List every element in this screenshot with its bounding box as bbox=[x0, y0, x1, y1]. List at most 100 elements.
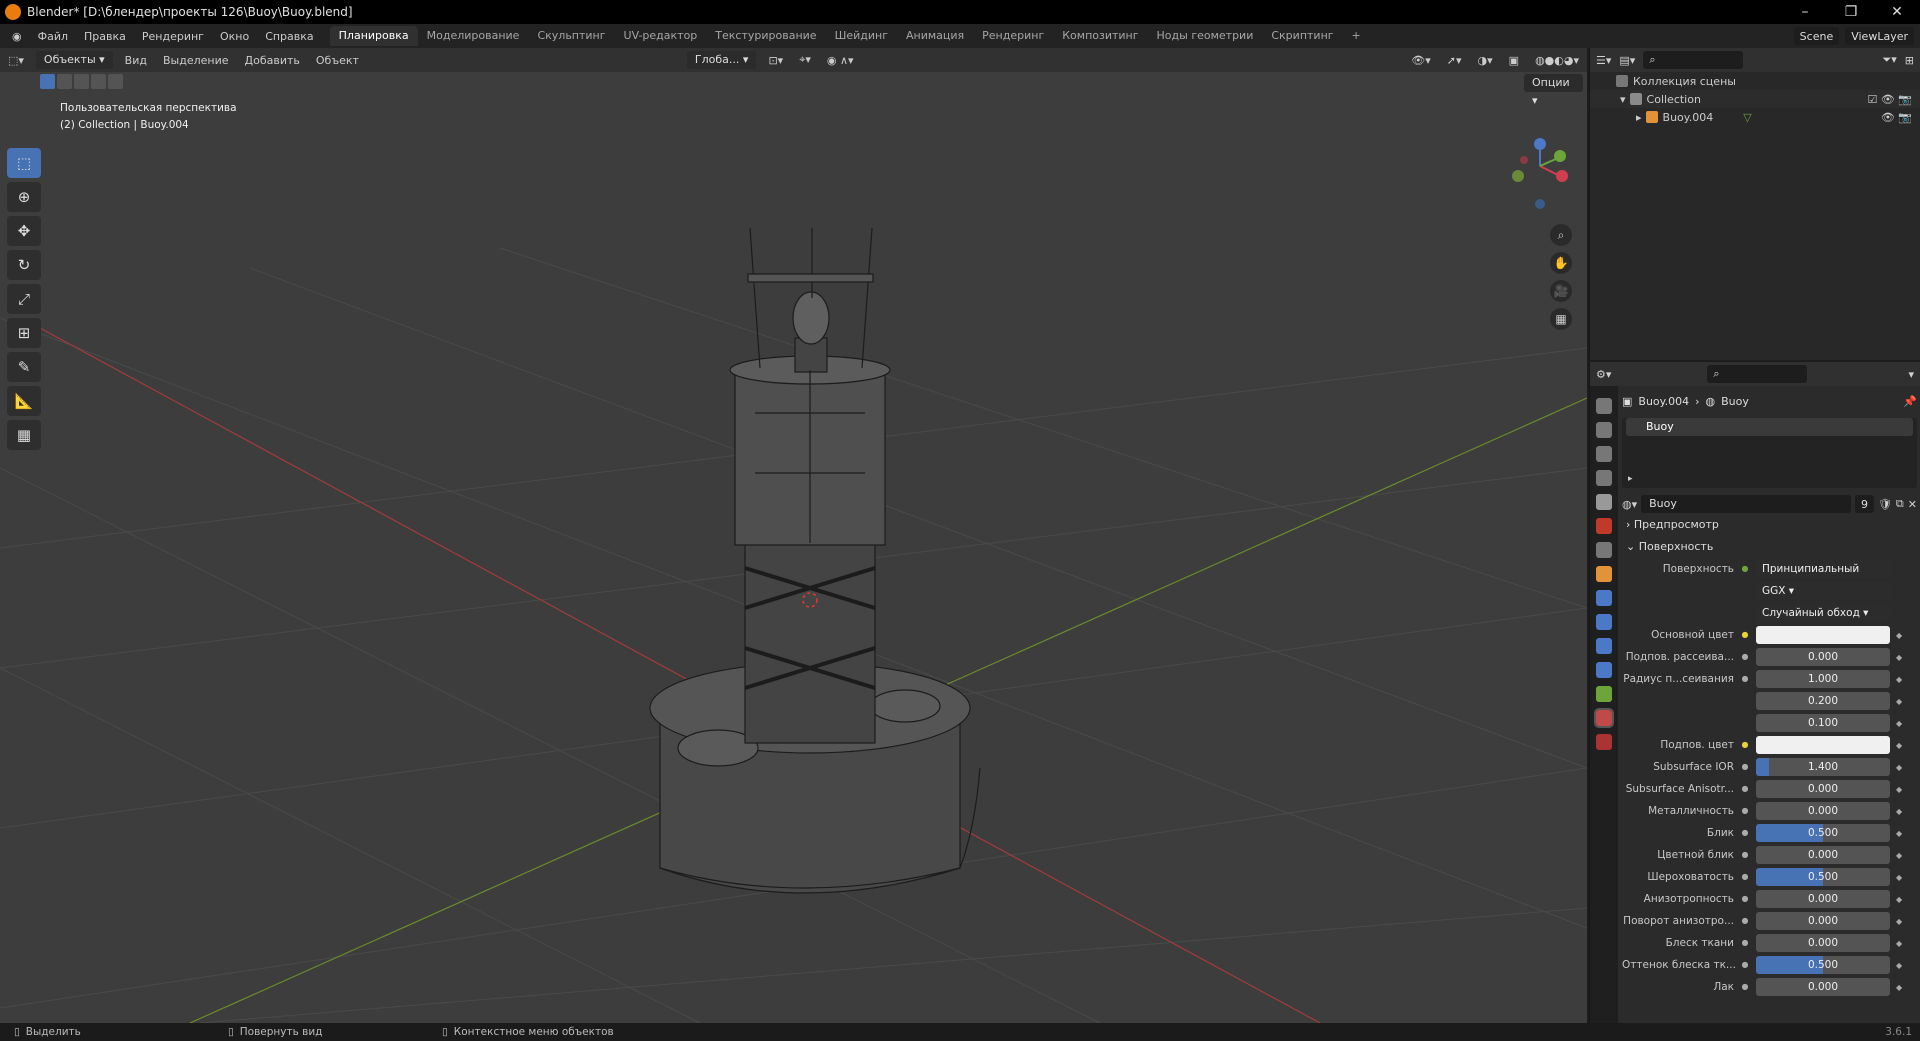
socket-icon[interactable]: ● bbox=[1740, 630, 1750, 640]
outliner-search-input[interactable]: ⌕ bbox=[1643, 51, 1744, 69]
socket-icon[interactable]: ● bbox=[1740, 828, 1750, 838]
scale-tool-icon[interactable]: ⤢ bbox=[7, 284, 41, 314]
menu-item[interactable]: Справка bbox=[257, 30, 321, 43]
surface-section[interactable]: ⌄ Поверхность bbox=[1622, 536, 1917, 558]
mesh-data-icon[interactable]: ▽ bbox=[1743, 111, 1751, 124]
surface-shader-dropdown[interactable]: Принципиальный BSDF bbox=[1756, 560, 1890, 578]
socket-icon[interactable]: ● bbox=[1740, 916, 1750, 926]
select-extend-icon[interactable] bbox=[57, 74, 72, 89]
keyframe-icon[interactable]: ◆ bbox=[1896, 851, 1902, 860]
menu-item[interactable]: Окно bbox=[212, 30, 257, 43]
socket-icon[interactable]: ● bbox=[1740, 674, 1750, 684]
object-visibility-icons[interactable]: 👁 📷 bbox=[1881, 111, 1912, 124]
slot-expand-icon[interactable]: ▸ bbox=[1628, 474, 1633, 484]
ortho-grid-icon[interactable]: ▦ bbox=[1550, 308, 1572, 330]
select-new-icon[interactable] bbox=[40, 74, 55, 89]
pin-icon[interactable]: 📌 bbox=[1903, 395, 1917, 408]
move-tool-icon[interactable]: ✥ bbox=[7, 216, 41, 246]
output-tab-icon[interactable] bbox=[1596, 446, 1612, 462]
workspace-tab[interactable]: Планировка bbox=[329, 26, 418, 46]
transform-tool-icon[interactable]: ⊞ bbox=[7, 318, 41, 348]
viewport-menu-item[interactable]: Объект bbox=[308, 54, 367, 67]
workspace-tab[interactable]: Ноды геометрии bbox=[1148, 26, 1263, 46]
socket-icon[interactable]: ● bbox=[1740, 784, 1750, 794]
socket-icon[interactable]: ● bbox=[1740, 872, 1750, 882]
measure-tool-icon[interactable]: 📐 bbox=[7, 386, 41, 416]
unlink-material-icon[interactable]: ✕ bbox=[1908, 498, 1917, 511]
object-tab-icon[interactable] bbox=[1596, 566, 1612, 582]
expand-chevron-icon[interactable]: ▾ bbox=[1620, 93, 1626, 106]
maximize-icon[interactable]: ❐ bbox=[1828, 4, 1874, 20]
physics-tab-icon[interactable] bbox=[1596, 638, 1612, 654]
viewlayer-selector[interactable]: ViewLayer bbox=[1845, 27, 1914, 45]
workspace-tab[interactable]: Анимация bbox=[897, 26, 973, 46]
workspace-tab[interactable]: Текстурирование bbox=[706, 26, 825, 46]
socket-icon[interactable]: ● bbox=[1740, 938, 1750, 948]
gizmo-toggle-icon[interactable]: ➚▾ bbox=[1439, 54, 1470, 67]
fake-user-icon[interactable]: 🛡 bbox=[1878, 498, 1892, 511]
keyframe-icon[interactable]: ◆ bbox=[1896, 917, 1902, 926]
property-value-field[interactable]: 1.400 bbox=[1756, 758, 1890, 776]
distribution-dropdown[interactable]: GGX ▾ bbox=[1756, 582, 1890, 600]
scene-selector[interactable]: Scene bbox=[1793, 27, 1840, 45]
socket-icon[interactable]: ● bbox=[1740, 652, 1750, 662]
keyframe-icon[interactable]: ◆ bbox=[1896, 939, 1902, 948]
keyframe-icon[interactable]: ◆ bbox=[1896, 697, 1902, 706]
viewport-menu-item[interactable]: Вид bbox=[117, 54, 155, 67]
keyframe-icon[interactable]: ◆ bbox=[1896, 675, 1902, 684]
particles-tab-icon[interactable] bbox=[1596, 614, 1612, 630]
annotate-tool-icon[interactable]: ✎ bbox=[7, 352, 41, 382]
menu-item[interactable]: Рендеринг bbox=[134, 30, 212, 43]
socket-icon[interactable] bbox=[1740, 696, 1750, 706]
property-value-field[interactable]: 0.000 bbox=[1756, 780, 1890, 798]
keyframe-icon[interactable]: ◆ bbox=[1896, 829, 1902, 838]
view-layer-tab-icon[interactable] bbox=[1596, 470, 1612, 486]
socket-icon[interactable]: ● bbox=[1740, 740, 1750, 750]
workspace-tab[interactable]: UV-редактор bbox=[615, 26, 707, 46]
snap-icon[interactable]: ⌖▾ bbox=[791, 53, 819, 67]
constraints-tab-icon[interactable] bbox=[1596, 662, 1612, 678]
camera-view-icon[interactable]: 🎥 bbox=[1550, 280, 1572, 302]
workspace-tab[interactable]: Скриптинг bbox=[1262, 26, 1342, 46]
property-value-field[interactable]: 0.200 bbox=[1756, 692, 1890, 710]
preview-section[interactable]: › Предпросмотр bbox=[1622, 514, 1917, 536]
socket-icon[interactable]: ● bbox=[1740, 894, 1750, 904]
editor-type-icon[interactable]: ⬚▾ bbox=[0, 54, 32, 67]
duplicate-material-icon[interactable]: ⧉ bbox=[1896, 497, 1904, 511]
select-invert-icon[interactable] bbox=[91, 74, 106, 89]
display-mode-icon[interactable]: ▤▾ bbox=[1619, 54, 1635, 67]
property-value-field[interactable]: 0.000 bbox=[1756, 912, 1890, 930]
workspace-tab[interactable]: Скульптинг bbox=[528, 26, 614, 46]
socket-icon[interactable]: ● bbox=[1740, 806, 1750, 816]
workspace-tab[interactable]: Рендеринг bbox=[973, 26, 1053, 46]
keyframe-icon[interactable]: ◆ bbox=[1896, 719, 1902, 728]
keyframe-icon[interactable]: ◆ bbox=[1896, 741, 1902, 750]
keyframe-icon[interactable]: ◆ bbox=[1896, 785, 1902, 794]
overlay-toggle-icon[interactable]: ◑▾ bbox=[1470, 54, 1501, 67]
menu-item[interactable]: Файл bbox=[30, 30, 76, 43]
material-slot[interactable]: Buoy bbox=[1626, 418, 1913, 436]
tool-tab-icon[interactable] bbox=[1596, 398, 1612, 414]
keyframe-icon[interactable]: ◆ bbox=[1896, 653, 1902, 662]
blender-menu-icon[interactable]: ◉ bbox=[4, 30, 30, 43]
proportional-edit-icon[interactable]: ◉ ∧▾ bbox=[819, 54, 862, 67]
keyframe-icon[interactable]: ◆ bbox=[1896, 807, 1902, 816]
tree-row-scene-collection[interactable]: Коллекция сцены bbox=[1590, 72, 1920, 90]
transform-orientation-dropdown[interactable]: Глоба... ▾ bbox=[686, 51, 757, 69]
keyframe-icon[interactable]: ◆ bbox=[1896, 895, 1902, 904]
keyframe-icon[interactable]: ◆ bbox=[1896, 631, 1902, 640]
property-value-field[interactable]: 0.000 bbox=[1756, 846, 1890, 864]
material-name-field[interactable]: Buoy bbox=[1641, 495, 1851, 513]
rotate-tool-icon[interactable]: ↻ bbox=[7, 250, 41, 280]
minimize-icon[interactable]: – bbox=[1782, 4, 1828, 20]
3d-viewport[interactable]: ⬚▾ Объекты ▾ Вид Выделение Добавить Объект … bbox=[0, 48, 1587, 1023]
workspace-tab[interactable]: Композитинг bbox=[1053, 26, 1147, 46]
property-value-field[interactable]: 0.000 bbox=[1756, 978, 1890, 996]
select-box-icon[interactable]: ⬚ bbox=[7, 148, 41, 178]
viewport-menu-item[interactable]: Добавить bbox=[237, 54, 308, 67]
close-icon[interactable]: ✕ bbox=[1874, 4, 1920, 20]
socket-icon[interactable]: ● bbox=[1740, 762, 1750, 772]
properties-options-icon[interactable]: ▾ bbox=[1908, 368, 1914, 381]
scene-tab-icon[interactable] bbox=[1596, 494, 1612, 510]
workspace-tab[interactable]: Шейдинг bbox=[826, 26, 897, 46]
